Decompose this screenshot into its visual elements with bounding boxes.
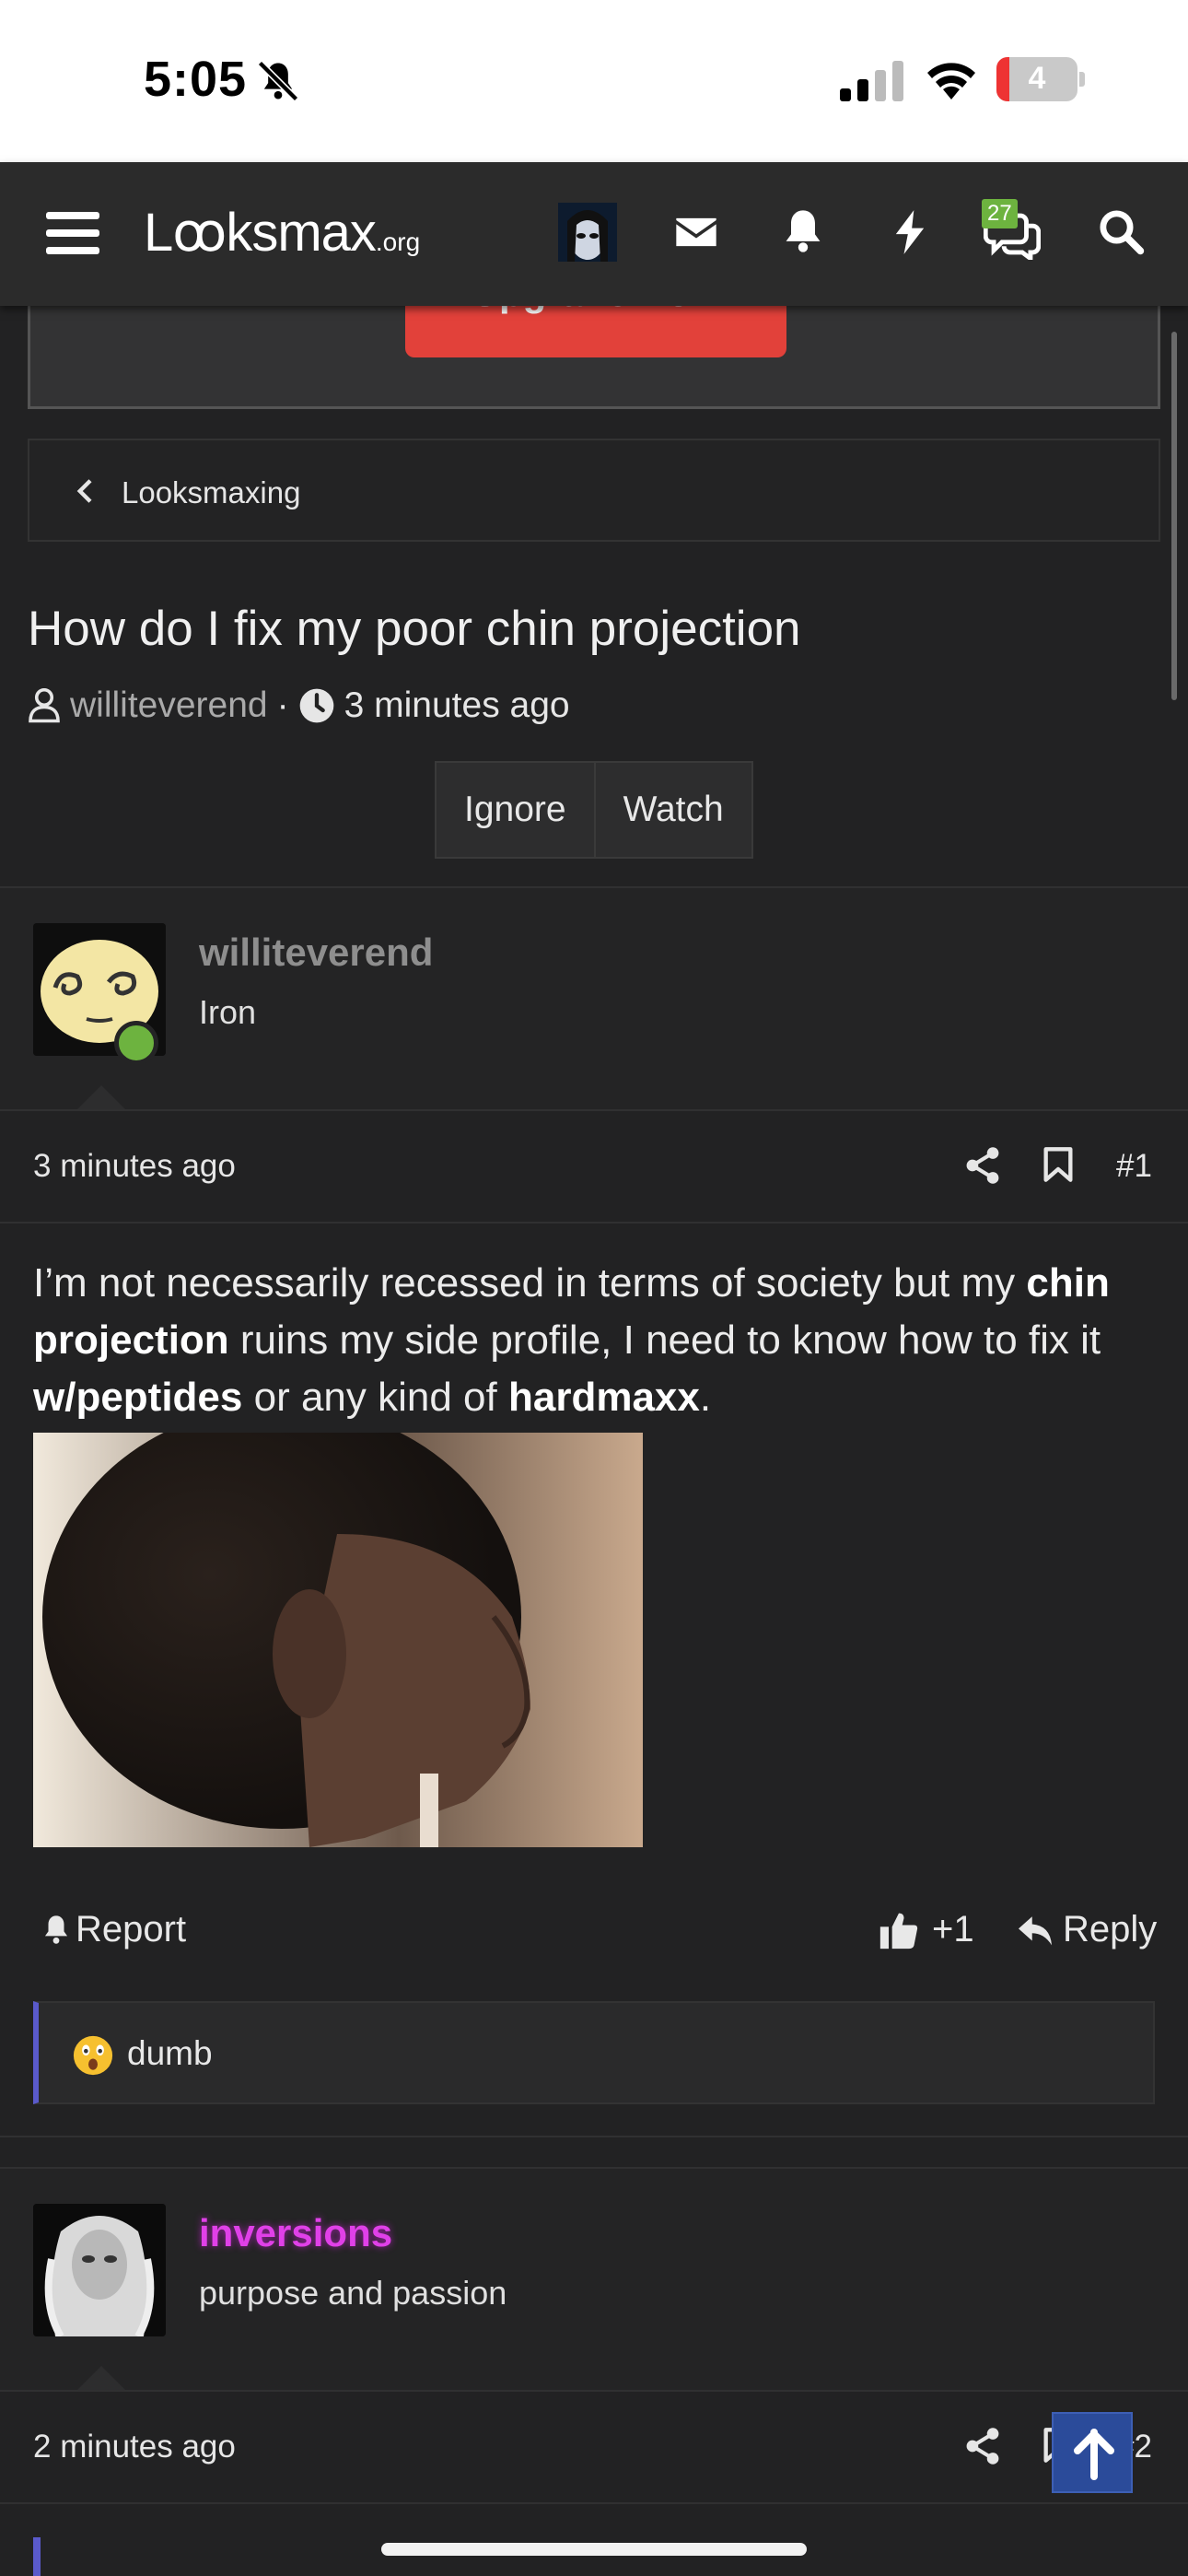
reaction-text: dumb bbox=[127, 2034, 213, 2072]
ignore-button[interactable]: Ignore bbox=[437, 763, 596, 857]
status-bar: 5:05 4 bbox=[0, 0, 1188, 162]
logo-suffix: .org bbox=[375, 228, 421, 256]
menu-icon[interactable] bbox=[44, 205, 101, 262]
reply-label: Reply bbox=[1063, 1909, 1158, 1950]
breadcrumb-forum-link[interactable]: Looksmaxing bbox=[122, 475, 300, 510]
home-indicator[interactable] bbox=[381, 2543, 807, 2556]
battery-icon: 4 bbox=[996, 57, 1085, 101]
bell-icon bbox=[44, 1914, 68, 1944]
post-number-link[interactable]: #1 bbox=[1116, 1148, 1152, 1185]
bolt-icon[interactable] bbox=[886, 206, 934, 258]
header-pointer bbox=[77, 2366, 125, 2390]
bookmark-icon[interactable] bbox=[1042, 1146, 1074, 1183]
thread-author-link[interactable]: williteverend bbox=[70, 685, 268, 726]
post-text-bold: w/peptides bbox=[33, 1375, 243, 1420]
divider bbox=[0, 2390, 1188, 2392]
post-date[interactable]: 3 minutes ago bbox=[33, 1148, 236, 1185]
chevron-left-icon bbox=[76, 479, 92, 503]
report-button[interactable]: Report bbox=[41, 1909, 186, 1950]
avatar[interactable] bbox=[33, 2204, 166, 2336]
post-text-bold: hardmaxx bbox=[507, 1375, 700, 1420]
silent-mode-icon bbox=[257, 60, 299, 102]
breadcrumb[interactable]: Looksmaxing bbox=[28, 439, 1160, 542]
watch-button[interactable]: Watch bbox=[595, 763, 751, 857]
thread-actions: Ignore Watch bbox=[435, 761, 753, 859]
mail-icon[interactable] bbox=[672, 208, 720, 256]
cellular-signal-icon bbox=[840, 61, 903, 101]
divider bbox=[0, 1222, 1188, 1224]
header-pointer bbox=[77, 1085, 125, 1109]
user-icon bbox=[29, 687, 60, 723]
search-icon[interactable] bbox=[1096, 206, 1146, 256]
clock-icon bbox=[299, 688, 333, 723]
like-count: +1 bbox=[932, 1909, 974, 1950]
reply-icon bbox=[1019, 1915, 1052, 1945]
post-date[interactable]: 2 minutes ago bbox=[33, 2429, 236, 2465]
wifi-icon bbox=[927, 63, 975, 100]
avatar[interactable] bbox=[558, 203, 617, 262]
logo-text: Lꝏksmax bbox=[144, 203, 377, 263]
conversations-badge: 27 bbox=[982, 199, 1018, 228]
like-button[interactable]: +1 bbox=[879, 1909, 974, 1950]
post-author-title: purpose and passion bbox=[199, 2274, 507, 2312]
post-text: I’m not necessarily recessed in terms of… bbox=[33, 1260, 1027, 1306]
post-1-user-header: williteverend Iron bbox=[0, 888, 1188, 1109]
divider bbox=[0, 1109, 1188, 1111]
bell-icon[interactable] bbox=[779, 206, 827, 254]
post-author-name[interactable]: inversions bbox=[199, 2211, 392, 2255]
astonished-face-icon bbox=[73, 2035, 113, 2076]
scroll-to-top-button[interactable] bbox=[1052, 2412, 1133, 2493]
share-icon[interactable] bbox=[965, 1146, 1000, 1185]
status-time: 5:05 bbox=[144, 52, 248, 107]
next-block-accent bbox=[33, 2537, 41, 2576]
post-author-title: Iron bbox=[199, 993, 257, 1031]
meta-separator: · bbox=[276, 685, 289, 725]
post-body: I’m not necessarily recessed in terms of… bbox=[33, 1255, 1157, 1426]
post-text: ruins my side profile, I need to know ho… bbox=[228, 1317, 1101, 1363]
reactions-bar[interactable]: dumb bbox=[33, 2001, 1155, 2104]
thread-meta: williteverend · 3 minutes ago bbox=[28, 685, 570, 726]
divider bbox=[0, 2136, 1188, 2137]
share-icon[interactable] bbox=[965, 2427, 1000, 2465]
divider bbox=[0, 2502, 1188, 2504]
thread-title: How do I fix my poor chin projection bbox=[28, 602, 801, 656]
thumbs-up-icon bbox=[879, 1913, 918, 1949]
arrow-up-icon bbox=[1074, 2429, 1114, 2480]
battery-level: 4 bbox=[1028, 61, 1046, 96]
post-text: or any kind of bbox=[242, 1375, 508, 1420]
post-author-name[interactable]: williteverend bbox=[199, 931, 433, 975]
report-label: Report bbox=[76, 1909, 187, 1950]
post-2-user-header: inversions purpose and passion bbox=[0, 2169, 1188, 2390]
reply-button[interactable]: Reply bbox=[1017, 1909, 1157, 1950]
online-status-indicator bbox=[114, 1021, 158, 1065]
site-logo[interactable]: Lꝏksmax.org bbox=[144, 201, 420, 263]
thread-start-time[interactable]: 3 minutes ago bbox=[344, 685, 570, 726]
post-attached-photo[interactable] bbox=[33, 1433, 643, 1847]
top-navigation: Lꝏksmax.org 27 bbox=[0, 162, 1188, 306]
post-text: . bbox=[699, 1375, 712, 1420]
scrollbar[interactable] bbox=[1171, 332, 1177, 700]
